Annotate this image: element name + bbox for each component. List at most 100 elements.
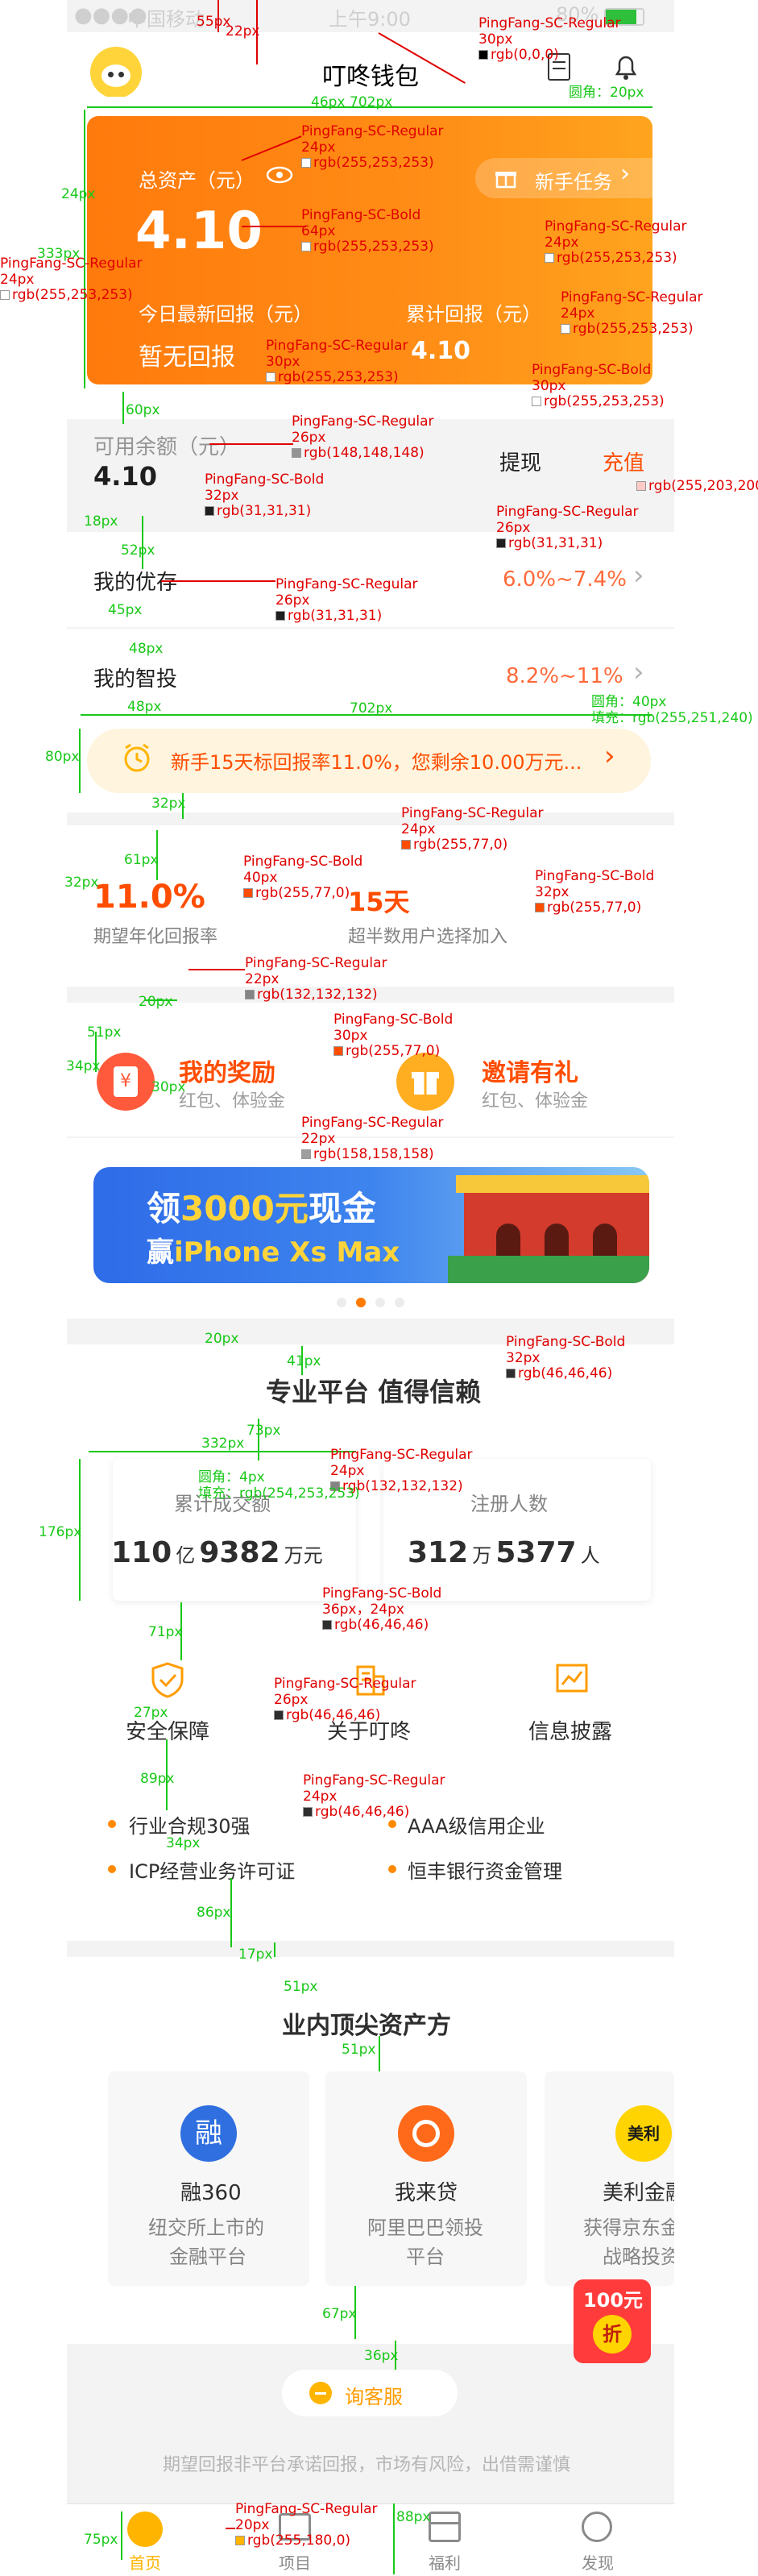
bullet-dot xyxy=(108,1820,116,1828)
alarm-clock-icon xyxy=(121,742,153,774)
tab-home[interactable]: 首页 xyxy=(129,2550,161,2574)
font-spec: PingFang-SC-Bold 36px，24px rgb(46,46,46) xyxy=(322,1585,442,1634)
font-spec: PingFang-SC-Regular 24px rgb(255,77,0) xyxy=(401,805,544,854)
measure-label: 48px xyxy=(129,641,164,657)
chat-icon xyxy=(309,2382,332,2404)
font-spec: PingFang-SC-Bold 30px rgb(255,253,253) xyxy=(532,362,665,410)
measure-label: 61px xyxy=(124,852,159,868)
mascot-avatar[interactable] xyxy=(90,47,142,98)
measure-label: 75px xyxy=(84,2532,118,2548)
coupon-amount: 100元 xyxy=(582,2289,644,2312)
expected-rate-caption: 期望年化回报率 xyxy=(93,927,218,947)
chevron-right-icon: › xyxy=(620,160,630,188)
measure-label: 36px xyxy=(364,2348,399,2364)
font-spec: PingFang-SC-Bold 40px rgb(255,77,0) xyxy=(243,854,363,902)
tab-discover[interactable]: 发现 xyxy=(582,2550,614,2574)
measure-label: 24px xyxy=(61,186,96,202)
measure-label: 88px xyxy=(396,2509,431,2525)
banner-line2: 赢iPhone Xs Max xyxy=(147,1236,400,1269)
carousel-dot[interactable] xyxy=(337,1298,346,1307)
cumulative-return-label: 累计回报（元） xyxy=(406,303,541,326)
measure-label: 52px xyxy=(121,542,155,559)
font-spec: PingFang-SC-Regular 26px rgb(148,148,148) xyxy=(292,413,434,462)
bullet-dot xyxy=(108,1865,116,1873)
partner-desc: 平台 xyxy=(406,2246,445,2268)
chevron-right-icon: › xyxy=(633,559,644,592)
users-value: 312 万 5377 人 xyxy=(408,1536,600,1569)
measure-label: 51px xyxy=(87,1024,122,1041)
measure-label: 45px xyxy=(108,602,143,618)
measure-label: 332px xyxy=(201,1435,245,1452)
compass-tab-icon[interactable] xyxy=(582,2512,612,2542)
feature-disclosure[interactable]: 信息披露 xyxy=(528,1715,612,1745)
shield-check-icon[interactable] xyxy=(148,1660,187,1699)
partner-desc: 纽交所上市的 xyxy=(148,2217,264,2239)
measure-label: 80px xyxy=(45,749,80,765)
partner-desc: 金融平台 xyxy=(169,2246,246,2268)
carousel-dot[interactable] xyxy=(395,1298,404,1307)
measure-label: 702px xyxy=(350,94,393,110)
leader-line xyxy=(226,2528,235,2529)
measure-label: 71px xyxy=(148,1624,183,1640)
measure-label: 34px xyxy=(166,1835,201,1851)
dimension-line xyxy=(274,1942,275,1957)
font-spec: PingFang-SC-Regular 24px rgb(46,46,46) xyxy=(303,1772,445,1821)
color-spec: rgb(255,203,200) xyxy=(636,478,758,495)
product-smart-rate: 8.2%~11% xyxy=(506,664,623,688)
measure-label: 46px xyxy=(311,94,346,110)
today-return-value: 暂无回报 xyxy=(139,343,235,372)
tab-welfare[interactable]: 福利 xyxy=(429,2550,461,2574)
popular-days-caption: 超半数用户选择加入 xyxy=(348,927,508,947)
gift-tab-icon[interactable] xyxy=(429,2512,461,2542)
my-rewards-caption: 红包、体验金 xyxy=(179,1091,286,1111)
font-spec: PingFang-SC-Regular 22px rgb(158,158,158) xyxy=(301,1115,444,1163)
leader-line xyxy=(161,580,275,582)
today-return-label: 今日最新回报（元） xyxy=(139,303,313,326)
carousel-dot-active[interactable] xyxy=(356,1298,366,1307)
trust-point: ICP经营业务许可证 xyxy=(129,1860,296,1883)
leader-line xyxy=(242,226,306,227)
invite-caption: 红包、体验金 xyxy=(482,1091,589,1111)
product-smart-label: 我的智投 xyxy=(93,667,178,692)
leader-line xyxy=(188,969,245,970)
font-spec: PingFang-SC-Bold 32px rgb(46,46,46) xyxy=(506,1334,626,1382)
reward-envelope-icon[interactable]: ¥ xyxy=(97,1053,155,1111)
chart-icon[interactable] xyxy=(553,1660,591,1699)
customer-service-label[interactable]: 询客服 xyxy=(345,2381,403,2409)
measure-label: 20px xyxy=(205,1331,239,1347)
carousel-dot[interactable] xyxy=(375,1298,385,1307)
measure-label: 51px xyxy=(284,1979,318,1995)
measure-label: 32px xyxy=(64,875,99,891)
invite-title[interactable]: 邀请有礼 xyxy=(482,1053,578,1088)
dimension-line xyxy=(84,110,85,388)
balance-label: 可用余额（元） xyxy=(93,435,241,459)
home-tab-icon[interactable] xyxy=(127,2512,163,2547)
measure-label: 702px xyxy=(350,700,393,717)
measure-label: 32px xyxy=(151,796,186,812)
balance-value: 4.10 xyxy=(93,461,157,492)
tab-projects[interactable]: 项目 xyxy=(279,2550,311,2574)
measure-label: 20px xyxy=(139,994,173,1010)
radius-spec: 圆角：20px xyxy=(569,85,644,101)
recharge-button[interactable]: 充值 xyxy=(603,447,644,476)
font-spec: PingFang-SC-Regular 30px rgb(255,253,253) xyxy=(266,338,408,386)
wolaidai-logo-icon xyxy=(398,2105,454,2162)
newbie-task-label[interactable]: 新手任务 xyxy=(535,166,612,194)
partner-desc: 战略投资 xyxy=(603,2246,674,2268)
measure-label: 176px xyxy=(39,1524,82,1540)
banner-line1: 领3000元现金 xyxy=(147,1189,376,1228)
dimension-line xyxy=(121,2512,122,2560)
total-assets-value: 4.10 xyxy=(135,202,263,261)
measure-label: 30px xyxy=(151,1079,186,1095)
measure-label: 86px xyxy=(197,1905,231,1921)
font-spec: PingFang-SC-Regular 24px rgb(255,253,253) xyxy=(561,289,703,338)
withdraw-button[interactable]: 提现 xyxy=(499,447,541,476)
invite-gift-icon[interactable] xyxy=(396,1053,454,1111)
eye-icon[interactable] xyxy=(266,166,293,184)
measure-label: 17px xyxy=(238,1947,273,1963)
my-rewards-title[interactable]: 我的奖励 xyxy=(179,1053,275,1088)
promo-text: 新手15天标回报率11.0%，您剩余10.00万元... xyxy=(171,751,582,774)
total-assets-label: 总资产（元） xyxy=(139,169,255,192)
dimension-line xyxy=(379,2036,380,2071)
expected-rate: 11.0% xyxy=(93,879,205,916)
